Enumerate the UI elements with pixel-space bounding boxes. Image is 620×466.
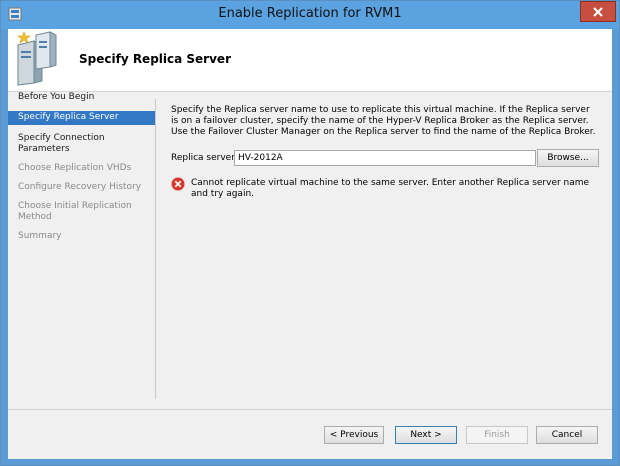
close-button[interactable] <box>580 1 616 22</box>
nav-item-specify-replica-server[interactable]: Specify Replica Server <box>8 111 155 125</box>
nav-item-specify-connection-parameters[interactable]: Specify Connection Parameters <box>8 133 155 155</box>
error-message: Cannot replicate virtual machine to the … <box>191 178 590 199</box>
replica-server-label: Replica server: <box>171 153 238 163</box>
error-icon <box>171 177 185 191</box>
replica-server-input[interactable]: HV-2012A <box>234 150 536 166</box>
title-bar[interactable]: Enable Replication for RVM1 <box>1 1 619 29</box>
page-title: Specify Replica Server <box>79 52 231 66</box>
close-icon <box>593 6 603 17</box>
wizard-nav: Before You Begin Specify Replica Server … <box>8 92 155 250</box>
window-title: Enable Replication for RVM1 <box>218 6 402 21</box>
wizard-header: Specify Replica Server <box>8 29 612 92</box>
nav-divider <box>155 99 156 399</box>
dialog-window: Enable Replication for RVM1 Specify Repl… <box>0 0 620 466</box>
next-button[interactable]: Next > <box>395 426 457 444</box>
browse-button[interactable]: Browse... <box>537 149 599 167</box>
nav-item-summary: Summary <box>18 231 62 241</box>
previous-button[interactable]: < Previous <box>324 426 384 444</box>
dialog-client-area: Specify Replica Server Before You Begin … <box>8 29 612 459</box>
cancel-button[interactable]: Cancel <box>536 426 598 444</box>
finish-button: Finish <box>466 426 528 444</box>
page-description: Specify the Replica server name to use t… <box>171 105 596 137</box>
nav-item-before-you-begin[interactable]: Before You Begin <box>8 92 155 103</box>
footer-divider <box>8 409 612 410</box>
nav-item-choose-replication-vhds: Choose Replication VHDs <box>18 163 132 173</box>
server-wizard-icon <box>12 31 58 87</box>
nav-item-choose-initial-replication-method: Choose Initial Replication Method <box>18 201 132 222</box>
nav-item-configure-recovery-history: Configure Recovery History <box>18 182 142 192</box>
